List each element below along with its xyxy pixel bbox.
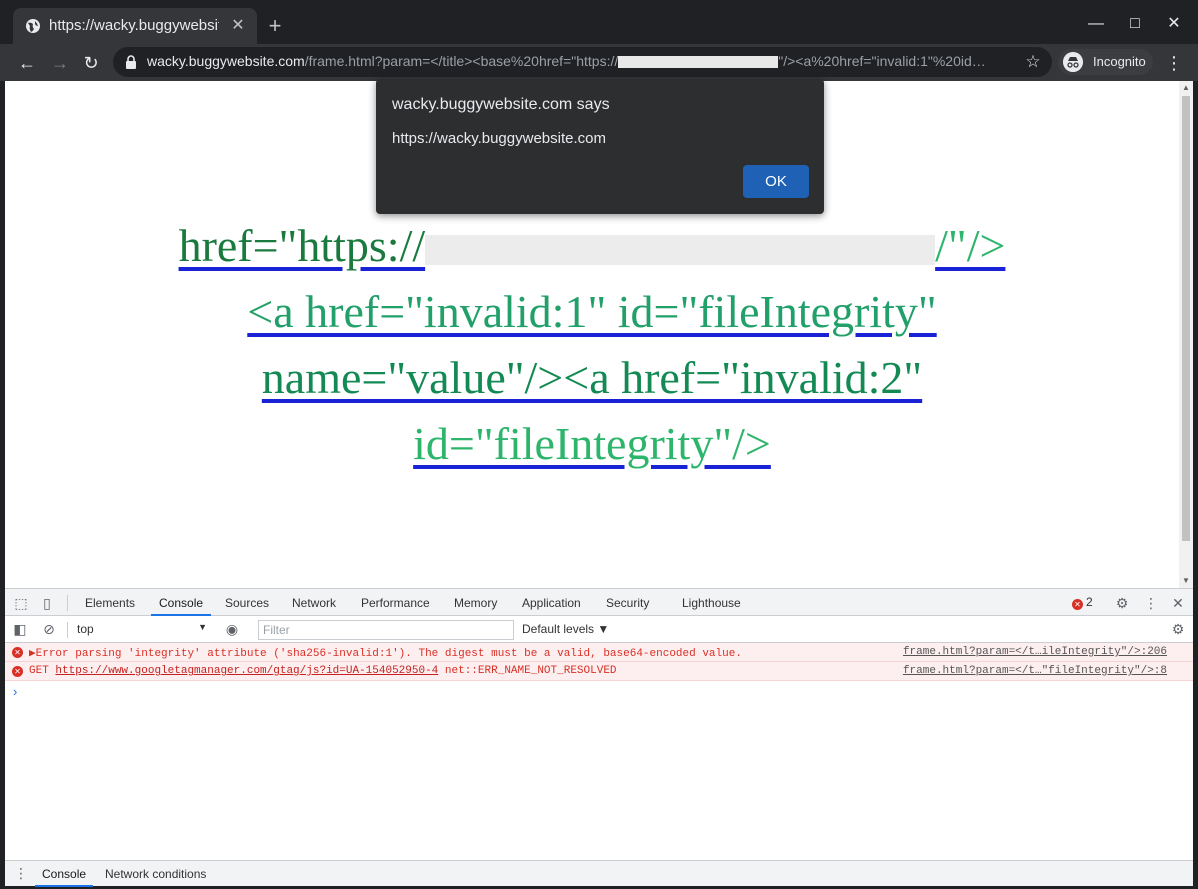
console-source-link[interactable]: frame.html?param=</t…ileIntegrity"/>:206 <box>903 646 1167 658</box>
tab-performance[interactable]: Performance <box>361 596 430 616</box>
tab-elements[interactable]: Elements <box>85 596 135 616</box>
browser-menu-icon[interactable]: ⋮ <box>1164 51 1184 75</box>
tab-security[interactable]: Security <box>606 596 649 616</box>
error-count-value: 2 <box>1086 595 1093 609</box>
scroll-up-arrow-icon[interactable]: ▲ <box>1181 83 1191 93</box>
injected-line-1: href="https:// /"/> <box>5 213 1179 279</box>
console-prompt[interactable]: › <box>13 684 17 699</box>
drawer-menu-icon[interactable]: ⋮ <box>12 864 30 882</box>
address-bar[interactable]: wacky.buggywebsite.com/frame.html?param=… <box>113 47 1052 77</box>
globe-icon <box>26 19 40 33</box>
live-expression-eye-icon[interactable]: ◉ <box>223 620 241 638</box>
injected-link-4-text[interactable]: id="fileIntegrity"/> <box>413 418 771 469</box>
scrollbar-thumb[interactable] <box>1182 96 1190 541</box>
console-error-row[interactable]: ✕ GET https://www.googletagmanager.com/g… <box>5 662 1193 681</box>
browser-toolbar: ← → ↻ wacky.buggywebsite.com/frame.html?… <box>0 44 1198 81</box>
alert-ok-button[interactable]: OK <box>743 165 809 198</box>
error-count-badge[interactable]: ✕ 2 <box>1072 595 1093 611</box>
reload-icon[interactable]: ↻ <box>79 51 103 75</box>
console-filter-input[interactable]: Filter <box>258 620 514 640</box>
injected-markup-text: href="https:// /"/> <a href="invalid:1" i… <box>5 213 1179 477</box>
injected-line-3: name="value"/><a href="invalid:2" <box>5 345 1179 411</box>
close-window-button[interactable]: ✕ <box>1162 12 1186 36</box>
error-icon: ✕ <box>12 647 23 658</box>
toolbar-divider <box>67 595 68 611</box>
console-error-message: ▶Error parsing 'integrity' attribute ('s… <box>29 648 742 660</box>
tab-application[interactable]: Application <box>522 596 581 616</box>
close-devtools-icon[interactable]: ✕ <box>1169 594 1187 612</box>
redaction-bar <box>618 56 779 69</box>
browser-tab[interactable]: https://wacky.buggywebsite.com ✕ <box>13 8 257 44</box>
injected-line-2: <a href="invalid:1" id="fileIntegrity" <box>5 279 1179 345</box>
url-host: wacky.buggywebsite.com <box>147 53 305 69</box>
console-settings-gear-icon[interactable]: ⚙ <box>1169 620 1187 638</box>
injected-link-2-text[interactable]: <a href="invalid:1" id="fileIntegrity" <box>247 286 936 337</box>
injected-link-3-text[interactable]: name="value"/><a href="invalid:2" <box>262 352 922 403</box>
alert-message: https://wacky.buggywebsite.com <box>392 130 606 147</box>
toolbar-divider <box>67 622 68 638</box>
incognito-label: Incognito <box>1093 54 1146 69</box>
browser-window: https://wacky.buggywebsite.com ✕ + — □ ✕… <box>0 0 1198 889</box>
redacted-domain-block <box>425 235 936 266</box>
console-error-row[interactable]: ✕ ▶Error parsing 'integrity' attribute (… <box>5 643 1193 662</box>
clear-console-icon[interactable]: ⊘ <box>40 620 58 638</box>
tab-sources[interactable]: Sources <box>225 596 269 616</box>
tab-memory[interactable]: Memory <box>454 596 497 616</box>
tab-title: https://wacky.buggywebsite.com <box>49 17 219 34</box>
incognito-indicator[interactable]: Incognito <box>1058 49 1153 75</box>
forward-arrow-icon[interactable]: → <box>48 51 72 75</box>
request-url-link[interactable]: https://www.googletagmanager.com/gtag/js… <box>55 665 438 677</box>
tab-lighthouse[interactable]: Lighthouse <box>682 596 741 616</box>
alert-title: wacky.buggywebsite.com says <box>392 96 610 113</box>
tab-network[interactable]: Network <box>292 596 336 616</box>
request-error: net::ERR_NAME_NOT_RESOLVED <box>444 665 617 677</box>
injected-line-1-text: href="https:// <box>178 220 426 271</box>
request-method: GET <box>29 665 49 677</box>
devtools-menu-icon[interactable]: ⋮ <box>1142 594 1160 612</box>
drawer-tab-network-conditions[interactable]: Network conditions <box>105 867 206 881</box>
scroll-down-arrow-icon[interactable]: ▼ <box>1181 576 1191 586</box>
devtools-panel: ⬚ ▯ Elements Console Sources Network Per… <box>5 588 1193 887</box>
tab-console[interactable]: Console <box>151 596 212 616</box>
injected-line-4: id="fileIntegrity"/> <box>5 411 1179 477</box>
devtools-tabbar: ⬚ ▯ Elements Console Sources Network Per… <box>5 588 1193 616</box>
console-source-link[interactable]: frame.html?param=</t…"fileIntegrity"/>:8 <box>903 665 1167 677</box>
context-selector[interactable]: top ▼ <box>77 622 207 638</box>
lock-icon <box>126 55 136 69</box>
device-toolbar-icon[interactable]: ▯ <box>38 594 56 612</box>
new-tab-button[interactable]: + <box>264 15 286 37</box>
settings-gear-icon[interactable]: ⚙ <box>1113 594 1131 612</box>
alert-dialog: wacky.buggywebsite.com says https://wack… <box>376 79 824 214</box>
tab-close-icon[interactable]: ✕ <box>229 17 247 35</box>
incognito-icon <box>1063 52 1083 72</box>
minimize-button[interactable]: — <box>1084 12 1108 36</box>
log-levels-dropdown[interactable]: Default levels ▼ <box>522 622 609 636</box>
bookmark-star-icon[interactable]: ☆ <box>1023 51 1043 73</box>
injected-line-1-tail: /"/> <box>935 220 1006 271</box>
page-scrollbar[interactable]: ▲ ▼ <box>1179 81 1193 588</box>
injected-href-link[interactable]: href="https:// /"/> <box>179 220 1006 271</box>
error-icon: ✕ <box>1072 599 1083 610</box>
drawer-tab-console[interactable]: Console <box>35 867 94 887</box>
context-value: top <box>77 622 94 636</box>
tab-strip: https://wacky.buggywebsite.com ✕ + — □ ✕ <box>0 0 1198 44</box>
console-error-message: GET https://www.googletagmanager.com/gta… <box>29 665 617 677</box>
url-text: wacky.buggywebsite.com/frame.html?param=… <box>147 53 1007 71</box>
back-arrow-icon[interactable]: ← <box>15 51 39 75</box>
dropdown-caret-icon: ▼ <box>198 622 207 632</box>
error-icon: ✕ <box>12 666 23 677</box>
console-toolbar: ◧ ⊘ top ▼ ◉ Filter Default levels ▼ ⚙ <box>5 616 1193 643</box>
inspect-element-icon[interactable]: ⬚ <box>12 594 30 612</box>
devtools-drawer: ⋮ Console Network conditions <box>5 860 1193 887</box>
sidebar-toggle-icon[interactable]: ◧ <box>11 620 29 638</box>
url-path-end: "/><a%20href="invalid:1"%20id… <box>778 53 986 69</box>
maximize-button[interactable]: □ <box>1123 12 1147 36</box>
url-path-start: /frame.html?param=</title><base%20href="… <box>304 53 619 69</box>
